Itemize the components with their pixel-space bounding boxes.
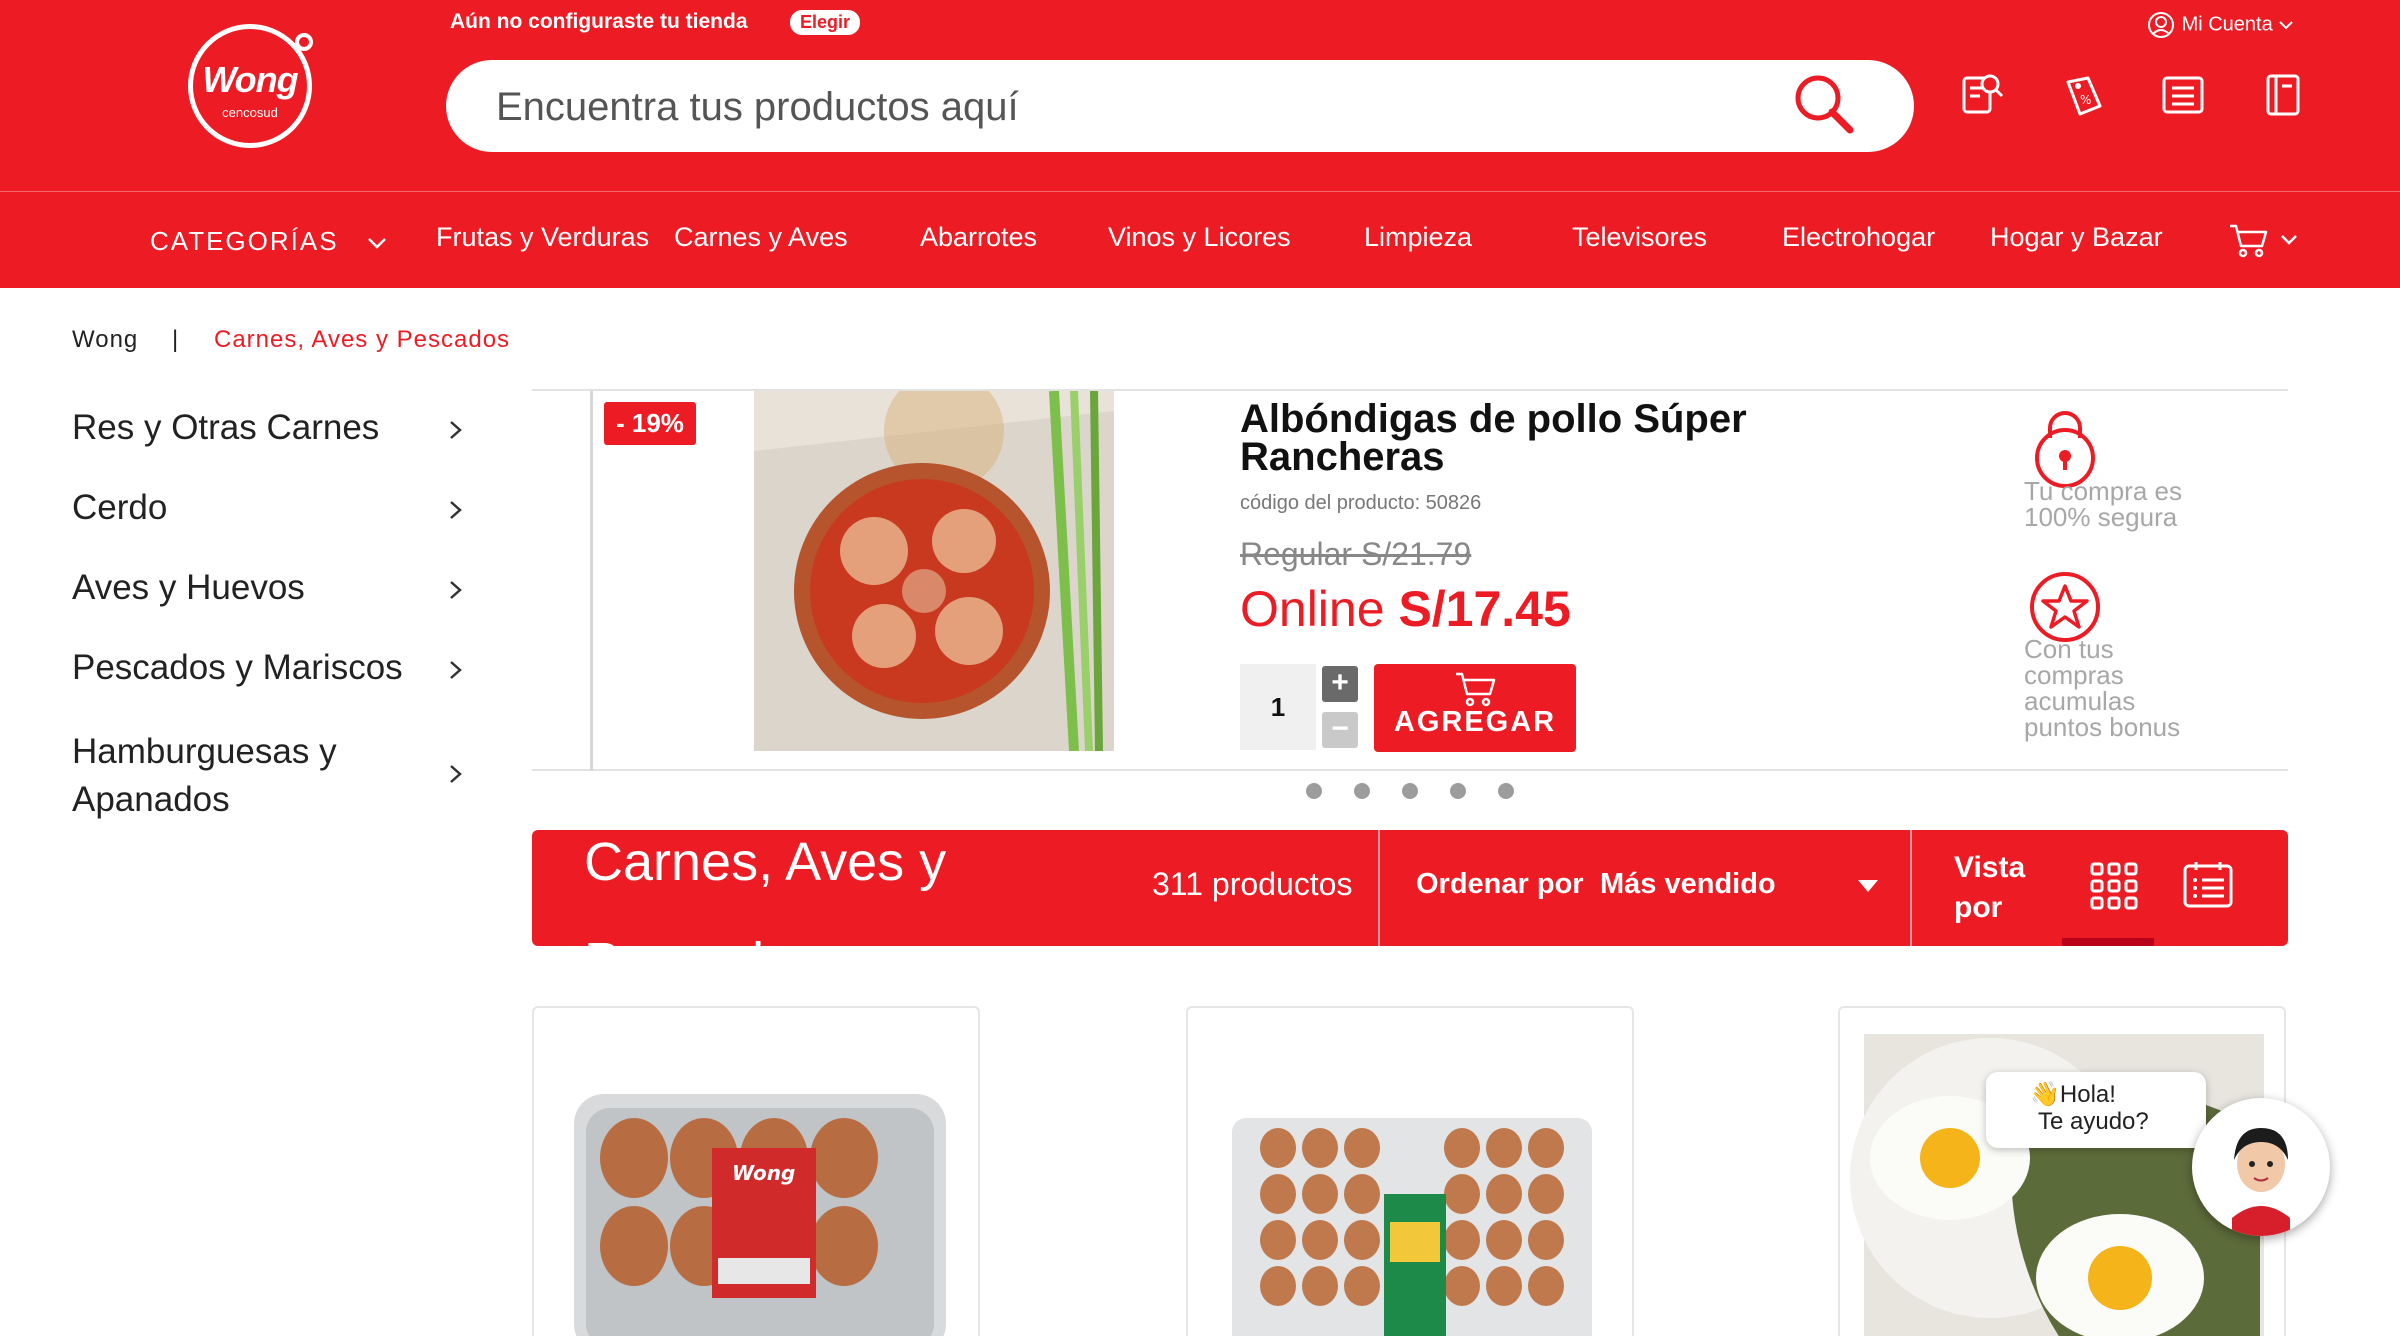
choose-store-button[interactable]: Elegir: [790, 10, 861, 35]
nav-item-abarrotes[interactable]: Abarrotes: [920, 222, 1037, 253]
nav-item-limpieza[interactable]: Limpieza: [1364, 222, 1472, 253]
online-label: Online: [1240, 581, 1385, 637]
bonus-points-text: Con tus compras acumulas puntos bonus: [2024, 634, 2181, 742]
breadcrumb-current[interactable]: Carnes, Aves y Pescados: [214, 326, 510, 354]
assistant-avatar-icon: [2205, 1111, 2317, 1236]
search-icon[interactable]: [1792, 72, 1856, 136]
my-account-link[interactable]: Mi Cuenta: [2146, 10, 2294, 40]
carousel-dot[interactable]: [1354, 783, 1370, 799]
search-input[interactable]: [494, 78, 1758, 136]
chevron-right-icon[interactable]: [446, 580, 466, 600]
chevron-right-icon[interactable]: [446, 500, 466, 520]
sidebar-item-aves-huevos[interactable]: Aves y Huevos: [72, 568, 305, 608]
chevron-right-icon[interactable]: [446, 660, 466, 680]
search-bar: [446, 60, 1914, 152]
logo-text: Wong: [202, 59, 298, 100]
product-image: Wong: [574, 1094, 946, 1336]
meatballs-image: [754, 391, 1114, 751]
regular-price: Regular S/21.79: [1240, 536, 1472, 572]
cart-button[interactable]: [2228, 222, 2298, 265]
cart-icon: [1456, 672, 1496, 707]
top-header: Wong cencosud Aún no configuraste tu tie…: [0, 0, 2400, 191]
chat-greeting-line2: Te ayudo?: [2038, 1108, 2149, 1135]
product-count: 311 productos: [1152, 866, 1353, 902]
account-icon: [2148, 12, 2174, 38]
quantity-minus-button[interactable]: −: [1322, 712, 1358, 748]
chevron-down-icon: [367, 238, 386, 249]
chevron-right-icon[interactable]: [446, 420, 466, 440]
discount-badge: - 19%: [604, 402, 696, 445]
carousel-dot[interactable]: [1498, 783, 1514, 799]
sidebar-item-cerdo[interactable]: Cerdo: [72, 488, 167, 528]
receipt-search-icon[interactable]: [1956, 70, 2006, 120]
online-price-row: Online S/17.45: [1240, 580, 1571, 638]
breadcrumb-separator: |: [172, 326, 180, 353]
nav-item-vinos-licores[interactable]: Vinos y Licores: [1108, 222, 1291, 253]
chevron-down-icon: [2281, 235, 2298, 245]
add-to-cart-button[interactable]: AGREGAR: [1374, 664, 1576, 752]
view-label: Vista por: [1954, 851, 2026, 924]
wong-logo[interactable]: Wong cencosud: [188, 24, 313, 148]
product-image: [1232, 1118, 1592, 1336]
discount-tag-icon[interactable]: %: [2058, 70, 2108, 120]
svg-text:%: %: [2080, 93, 2091, 107]
account-label: Mi Cuenta: [2181, 13, 2273, 36]
secure-purchase-text: Tu compra es 100% segura: [2024, 476, 2182, 532]
grid-view-icon[interactable]: [2090, 862, 2138, 910]
nav-item-frutas-verduras[interactable]: Frutas y Verduras: [436, 222, 649, 253]
caret-down-icon[interactable]: [1858, 880, 1878, 892]
chevron-right-icon[interactable]: [446, 764, 466, 784]
carousel-dot[interactable]: [1306, 783, 1322, 799]
toolbar-divider: [1910, 830, 1912, 946]
chat-greeting-line1: 👋Hola!: [2030, 1081, 2116, 1108]
nav-item-hogar-bazar[interactable]: Hogar y Bazar: [1990, 222, 2163, 253]
svg-text:Wong: Wong: [732, 1161, 795, 1185]
sort-label: Ordenar por: [1416, 868, 1584, 900]
categories-menu[interactable]: CATEGORÍAS: [150, 226, 388, 257]
active-view-indicator: [2062, 938, 2154, 946]
quantity-field[interactable]: 1: [1240, 664, 1316, 750]
sidebar-item-pescados-mariscos[interactable]: Pescados y Mariscos: [72, 648, 403, 688]
logo-dot: [295, 33, 313, 51]
sidebar-item-res[interactable]: Res y Otras Carnes: [72, 408, 379, 448]
chat-assistant-avatar[interactable]: [2192, 1098, 2330, 1236]
toolbar-divider: [1378, 830, 1380, 946]
product-card[interactable]: [1186, 1006, 1634, 1336]
banner-divider: [590, 391, 593, 771]
product-image[interactable]: [754, 391, 1114, 751]
product-card[interactable]: Wong: [532, 1006, 980, 1336]
product-code: código del producto: 50826: [1240, 492, 1482, 514]
list-view-icon[interactable]: [2182, 860, 2234, 910]
carousel-dot[interactable]: [1450, 783, 1466, 799]
quantity-plus-button[interactable]: +: [1322, 666, 1358, 702]
nav-item-televisores[interactable]: Televisores: [1572, 222, 1707, 253]
star-badge-icon: [2030, 572, 2100, 642]
carousel-dot[interactable]: [1402, 783, 1418, 799]
add-to-cart-label: AGREGAR: [1393, 706, 1557, 738]
results-title: Carnes, Aves y Pescados: [584, 832, 947, 946]
sidebar-item-hamburguesas[interactable]: Hamburguesas y Apanados: [72, 728, 392, 824]
book-icon[interactable]: [2258, 70, 2308, 120]
sort-select[interactable]: Más vendido: [1600, 868, 1776, 901]
online-price: S/17.45: [1398, 581, 1571, 637]
chat-greeting-bubble[interactable]: 👋Hola! Te ayudo?: [1986, 1072, 2206, 1148]
chevron-down-icon: [2279, 21, 2293, 30]
breadcrumb-home[interactable]: Wong: [72, 326, 138, 354]
nav-item-carnes-aves[interactable]: Carnes y Aves: [674, 222, 848, 253]
logo-subtext: cencosud: [222, 105, 278, 120]
store-message: Aún no configuraste tu tienda: [450, 10, 748, 33]
cart-icon: [2230, 224, 2268, 258]
results-toolbar: Carnes, Aves y Pescados 311 productos Or…: [532, 830, 2288, 946]
list-icon[interactable]: [2158, 70, 2208, 120]
nav-item-electrohogar[interactable]: Electrohogar: [1782, 222, 1935, 253]
categories-label: CATEGORÍAS: [150, 226, 339, 256]
product-title[interactable]: Albóndigas de pollo Súper Rancheras: [1240, 399, 1880, 477]
